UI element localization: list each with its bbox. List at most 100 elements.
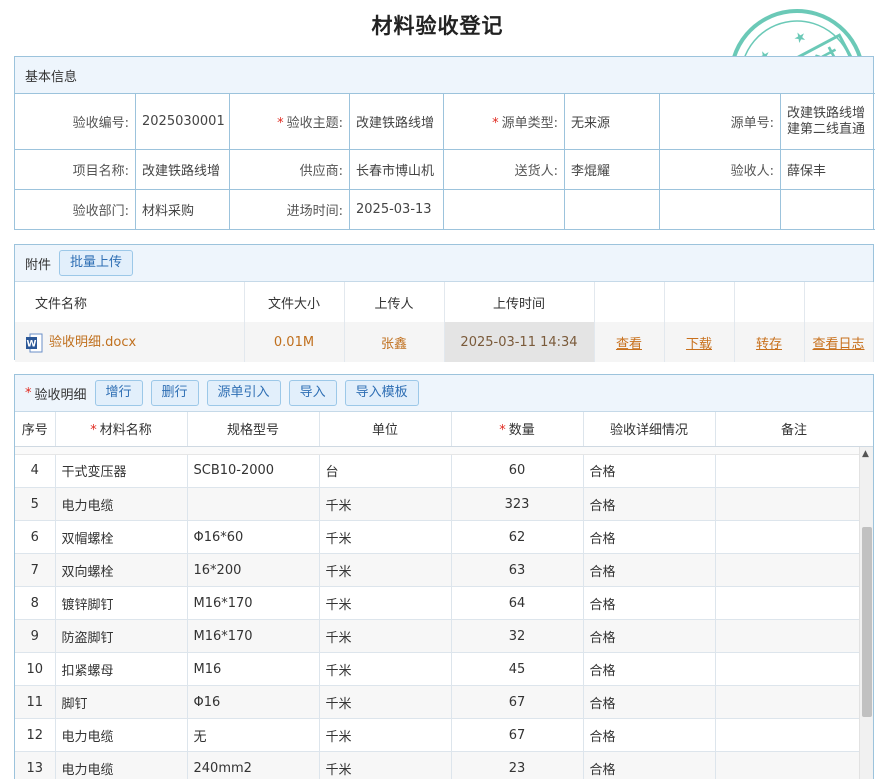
unit-cell[interactable]: 千米 — [319, 553, 452, 587]
inspector-field[interactable]: 薛保丰 — [780, 149, 875, 190]
table-row[interactable]: 10 扣紧螺母 M16 千米 45 合格 — [15, 652, 860, 686]
remark-cell[interactable] — [715, 619, 860, 653]
spec-cell[interactable]: M16*170 — [187, 586, 320, 620]
delete-row-button[interactable]: 删行 — [150, 380, 199, 406]
download-link[interactable]: 下载 — [686, 337, 712, 352]
qty-cell[interactable]: 67 — [451, 685, 584, 719]
deliverer-field[interactable]: 李焜耀 — [564, 149, 660, 190]
receipt-no-field[interactable]: 2025030001 — [135, 93, 230, 150]
spec-cell[interactable]: SCB10-2000 — [187, 454, 320, 488]
seq-cell[interactable]: 6 — [15, 520, 56, 554]
spec-cell[interactable]: M16 — [187, 652, 320, 686]
seq-cell[interactable]: 10 — [15, 652, 56, 686]
project-field[interactable]: 改建铁路线增 — [135, 149, 230, 190]
remark-cell[interactable] — [715, 553, 860, 587]
material-cell[interactable]: 防盗脚钉 — [55, 619, 188, 653]
table-row[interactable]: 7 双向螺栓 16*200 千米 63 合格 — [15, 553, 860, 587]
vertical-scrollbar[interactable]: ▲ — [859, 447, 873, 779]
spec-cell[interactable]: 无 — [187, 718, 320, 752]
seq-cell[interactable]: 13 — [15, 751, 56, 779]
remark-cell[interactable] — [715, 751, 860, 779]
detail-cell[interactable]: 合格 — [583, 520, 716, 554]
seq-cell[interactable]: 4 — [15, 454, 56, 488]
material-cell[interactable]: 镀锌脚钉 — [55, 586, 188, 620]
save-link[interactable]: 转存 — [756, 337, 782, 352]
entry-time-field[interactable]: 2025-03-13 — [349, 189, 444, 230]
unit-cell[interactable]: 千米 — [319, 586, 452, 620]
unit-cell[interactable]: 千米 — [319, 619, 452, 653]
import-template-button[interactable]: 导入模板 — [344, 380, 419, 406]
import-source-button[interactable]: 源单引入 — [206, 380, 281, 406]
unit-cell[interactable]: 千米 — [319, 685, 452, 719]
material-cell[interactable]: 脚钉 — [55, 685, 188, 719]
table-row[interactable]: 9 防盗脚钉 M16*170 千米 32 合格 — [15, 619, 860, 653]
view-log-link[interactable]: 查看日志 — [812, 337, 864, 352]
material-cell[interactable]: 双向螺栓 — [55, 553, 188, 587]
qty-cell[interactable]: 45 — [451, 652, 584, 686]
table-row[interactable]: 12 电力电缆无千米 67 合格 — [15, 718, 860, 752]
qty-cell[interactable]: 323 — [451, 487, 584, 521]
remark-cell[interactable] — [715, 454, 860, 488]
remark-cell[interactable] — [715, 487, 860, 521]
scroll-up-icon[interactable]: ▲ — [862, 449, 869, 459]
department-field[interactable]: 材料采购 — [135, 189, 230, 230]
detail-cell[interactable]: 合格 — [583, 553, 716, 587]
spec-cell[interactable]: M16*170 — [187, 619, 320, 653]
qty-cell[interactable]: 60 — [451, 454, 584, 488]
spec-cell[interactable]: 240mm2 — [187, 751, 320, 779]
remark-cell[interactable] — [715, 586, 860, 620]
seq-cell[interactable]: 11 — [15, 685, 56, 719]
table-row[interactable]: 13 电力电缆 240mm2 千米 23 合格 — [15, 751, 860, 779]
qty-cell[interactable]: 63 — [451, 553, 584, 587]
detail-cell[interactable]: 合格 — [583, 685, 716, 719]
table-row[interactable]: 5 电力电缆 千米 323 合格 — [15, 487, 860, 521]
detail-cell[interactable]: 合格 — [583, 751, 716, 779]
spec-cell[interactable]: Φ16*60 — [187, 520, 320, 554]
import-button[interactable]: 导入 — [288, 380, 337, 406]
seq-cell[interactable]: 12 — [15, 718, 56, 752]
table-row[interactable]: 6 双帽螺栓 Φ16*60 千米 62 合格 — [15, 520, 860, 554]
unit-cell[interactable]: 台 — [319, 454, 452, 488]
unit-cell[interactable]: 千米 — [319, 751, 452, 779]
source-no-field[interactable]: 改建铁路线增建第二线直通 — [780, 93, 875, 150]
detail-cell[interactable]: 合格 — [583, 487, 716, 521]
supplier-field[interactable]: 长春市博山机 — [349, 149, 444, 190]
view-link[interactable]: 查看 — [616, 337, 642, 352]
remark-cell[interactable] — [715, 718, 860, 752]
qty-cell[interactable]: 23 — [451, 751, 584, 779]
remark-cell[interactable] — [715, 652, 860, 686]
table-row[interactable]: 11 脚钉 Φ16 千米 67 合格 — [15, 685, 860, 719]
spec-cell[interactable]: 16*200 — [187, 553, 320, 587]
add-row-button[interactable]: 增行 — [94, 380, 143, 406]
spec-cell[interactable] — [187, 487, 320, 521]
qty-cell[interactable]: 64 — [451, 586, 584, 620]
material-cell[interactable]: 电力电缆 — [55, 487, 188, 521]
detail-cell[interactable]: 合格 — [583, 652, 716, 686]
unit-cell[interactable]: 千米 — [319, 487, 452, 521]
unit-cell[interactable]: 千米 — [319, 652, 452, 686]
file-name-cell[interactable]: W 验收明细.docx — [15, 322, 245, 362]
table-row[interactable]: 4 干式变压器 SCB10-2000 台 60 合格 — [15, 454, 860, 488]
remark-cell[interactable] — [715, 685, 860, 719]
unit-cell[interactable]: 千米 — [319, 718, 452, 752]
source-type-field[interactable]: 无来源 — [564, 93, 660, 150]
qty-cell[interactable]: 32 — [451, 619, 584, 653]
seq-cell[interactable]: 9 — [15, 619, 56, 653]
detail-cell[interactable]: 合格 — [583, 454, 716, 488]
detail-cell[interactable]: 合格 — [583, 586, 716, 620]
qty-cell[interactable]: 67 — [451, 718, 584, 752]
seq-cell[interactable]: 7 — [15, 553, 56, 587]
material-cell[interactable]: 干式变压器 — [55, 454, 188, 488]
seq-cell[interactable]: 8 — [15, 586, 56, 620]
material-cell[interactable]: 扣紧螺母 — [55, 652, 188, 686]
table-row[interactable]: 8 镀锌脚钉 M16*170 千米 64 合格 — [15, 586, 860, 620]
unit-cell[interactable]: 千米 — [319, 520, 452, 554]
seq-cell[interactable]: 5 — [15, 487, 56, 521]
spec-cell[interactable]: Φ16 — [187, 685, 320, 719]
subject-field[interactable]: 改建铁路线增 — [349, 93, 444, 150]
batch-upload-button[interactable]: 批量上传 — [59, 250, 134, 276]
material-cell[interactable]: 电力电缆 — [55, 751, 188, 779]
qty-cell[interactable]: 62 — [451, 520, 584, 554]
scrollbar-thumb[interactable] — [862, 527, 872, 717]
detail-cell[interactable]: 合格 — [583, 718, 716, 752]
